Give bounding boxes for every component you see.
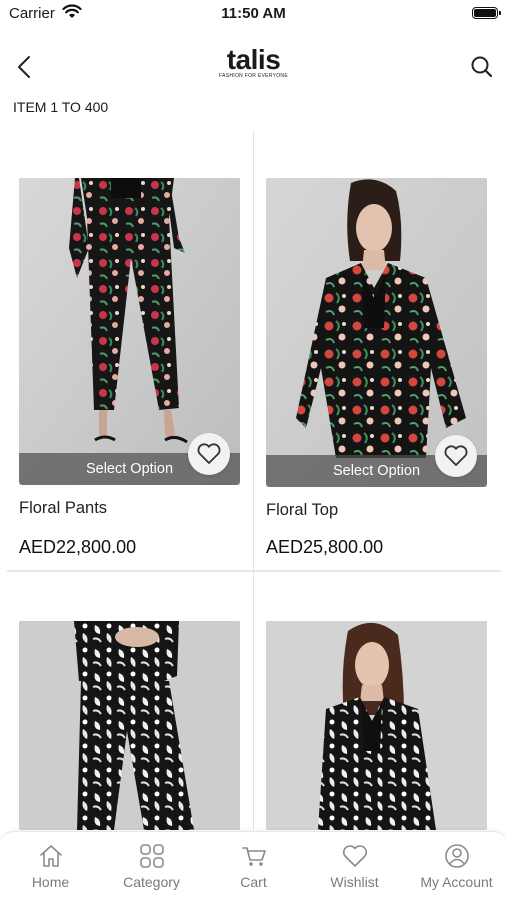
brand-logo[interactable]: talis FASHION FOR EVERYONE xyxy=(0,44,507,80)
tab-cart[interactable]: Cart xyxy=(203,832,304,901)
tab-label: Home xyxy=(31,874,70,890)
tab-home[interactable]: Home xyxy=(0,832,101,901)
product-grid: Select Option Floral Pants AED22,800.00 xyxy=(0,130,507,830)
product-price: AED25,800.00 xyxy=(266,537,384,557)
product-name[interactable]: Floral Pants xyxy=(19,499,107,518)
logo-text: talis xyxy=(226,44,281,75)
tab-label: Category xyxy=(123,874,180,890)
product-card[interactable]: Select Option Floral Pants AED22,800.00 xyxy=(0,130,253,570)
status-bar: Carrier 11:50 AM xyxy=(0,0,507,30)
search-icon[interactable] xyxy=(467,52,497,82)
battery-icon xyxy=(472,7,498,19)
product-card[interactable] xyxy=(254,572,507,830)
product-image[interactable] xyxy=(266,621,487,830)
bottom-tab-bar: Home Category Cart Wishlist My Account xyxy=(0,831,507,901)
tab-label: Wishlist xyxy=(330,874,379,890)
product-card[interactable]: Select Option Floral Top AED25,800.00 xyxy=(254,130,507,570)
tab-wishlist[interactable]: Wishlist xyxy=(304,832,405,901)
product-card[interactable] xyxy=(0,572,253,830)
product-image[interactable] xyxy=(19,621,240,830)
wishlist-heart-icon[interactable] xyxy=(435,435,477,477)
status-time: 11:50 AM xyxy=(221,5,286,22)
tab-category[interactable]: Category xyxy=(101,832,202,901)
product-name[interactable]: Floral Top xyxy=(266,501,338,520)
tab-label: My Account xyxy=(420,874,493,890)
product-price: AED22,800.00 xyxy=(19,537,137,557)
logo-tagline: FASHION FOR EVERYONE xyxy=(219,73,288,79)
item-count: ITEM 1 TO 400 xyxy=(13,99,109,115)
tab-label: Cart xyxy=(240,874,267,890)
wishlist-heart-icon[interactable] xyxy=(188,433,230,475)
tab-my-account[interactable]: My Account xyxy=(406,832,507,901)
